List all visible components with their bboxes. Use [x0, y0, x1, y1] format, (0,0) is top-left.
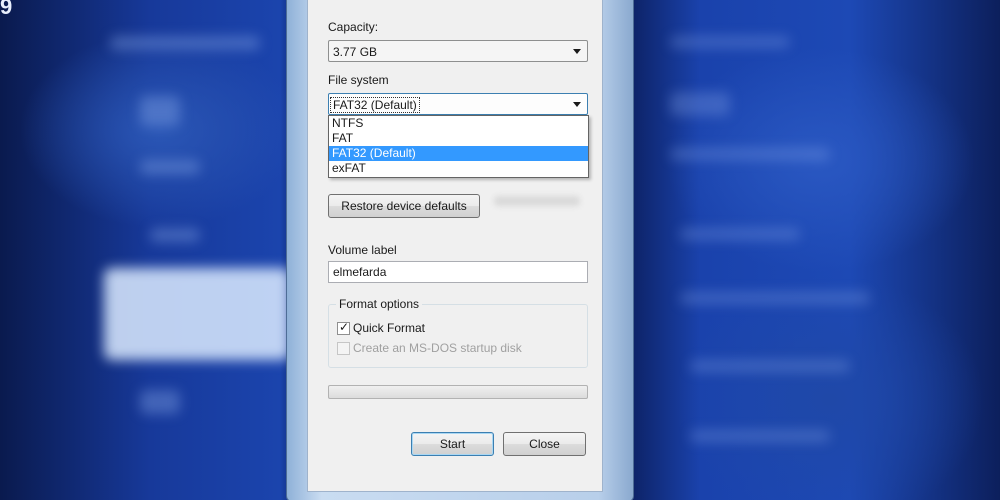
file-system-option-selected[interactable]: FAT32 (Default) [329, 146, 588, 161]
volume-label-label: Volume label [328, 243, 397, 257]
msdos-startup-checkbox [337, 342, 350, 355]
file-system-options-list: NTFS FAT FAT32 (Default) exFAT [328, 115, 589, 178]
file-system-value: FAT32 (Default) [330, 97, 420, 113]
volume-label-value: elmefarda [333, 265, 387, 279]
start-button[interactable]: Start [411, 432, 494, 456]
format-progress-bar [328, 385, 588, 399]
file-system-option[interactable]: NTFS [329, 116, 588, 131]
format-options-title: Format options [336, 297, 423, 311]
file-system-dropdown[interactable]: FAT32 (Default) [328, 93, 588, 115]
quick-format-checkbox[interactable] [337, 320, 350, 335]
file-system-label: File system [328, 73, 389, 87]
chevron-down-icon [573, 49, 581, 54]
volume-label-input[interactable]: elmefarda [328, 261, 588, 283]
format-options-group [328, 304, 588, 368]
background-window-left [0, 0, 290, 500]
capacity-value: 3.77 GB [333, 45, 378, 59]
capacity-dropdown[interactable]: 3.77 GB [328, 40, 588, 62]
background-selection-highlight [104, 268, 290, 360]
background-window-right [630, 0, 1000, 500]
chevron-down-icon [573, 102, 581, 107]
close-button[interactable]: Close [503, 432, 586, 456]
file-system-option[interactable]: exFAT [329, 161, 588, 176]
capacity-label: Capacity: [328, 20, 379, 34]
blurred-text [494, 196, 580, 206]
quick-format-label: Quick Format [353, 321, 426, 335]
restore-device-defaults-button[interactable]: Restore device defaults [328, 194, 480, 218]
file-system-option[interactable]: FAT [329, 131, 588, 146]
msdos-startup-label: Create an MS-DOS startup disk [353, 341, 522, 355]
